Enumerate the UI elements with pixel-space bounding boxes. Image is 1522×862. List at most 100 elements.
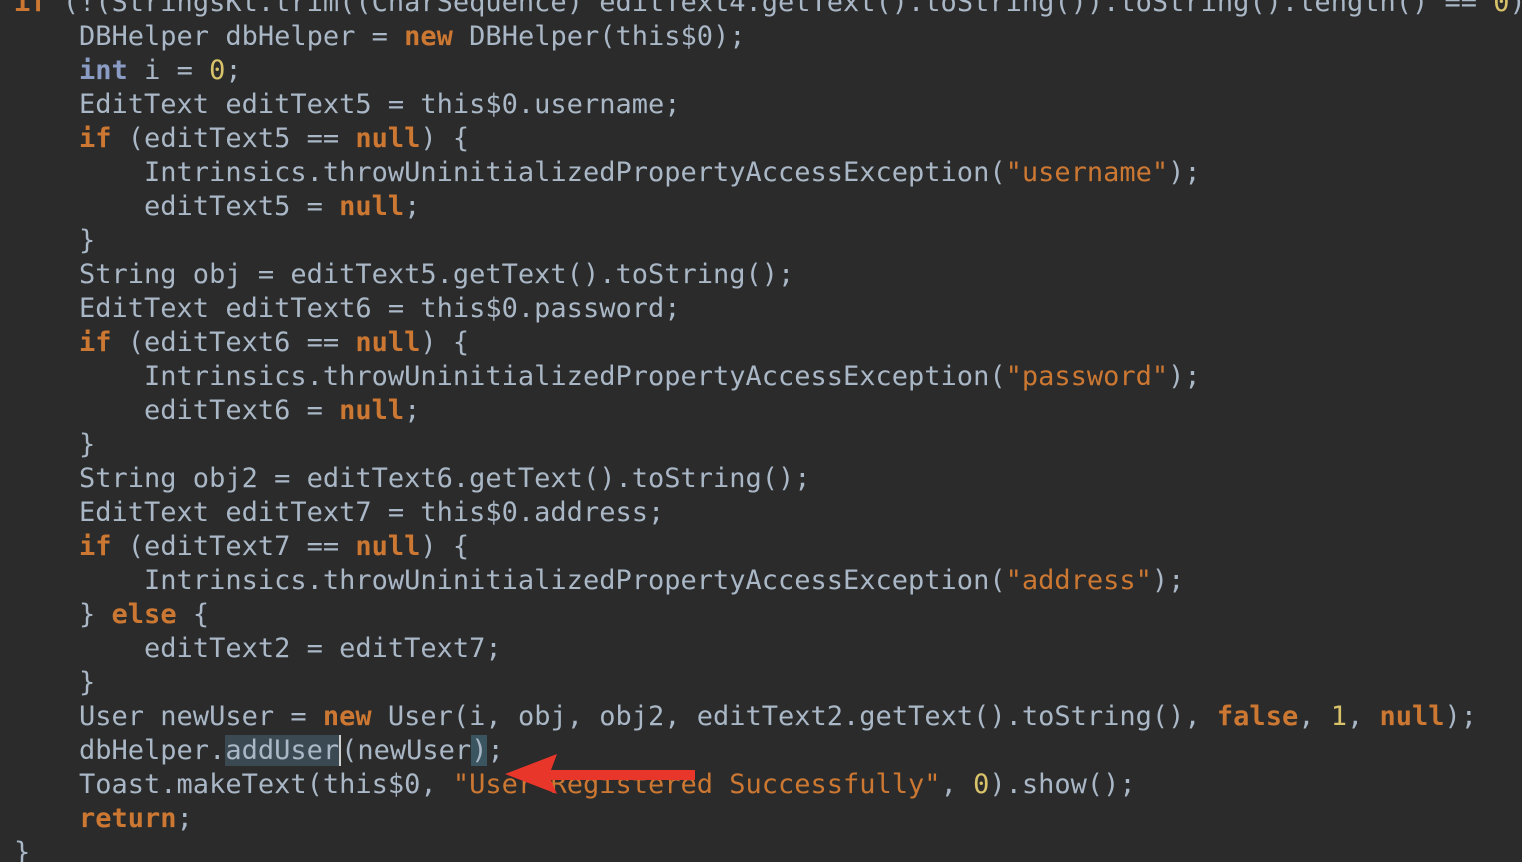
code-line[interactable]: int i = 0; [14, 54, 1522, 88]
code-line[interactable]: } else { [14, 598, 1522, 632]
code-token: (editText6 == [111, 327, 356, 358]
code-token: if [14, 0, 47, 18]
code-token: 0 [973, 769, 990, 800]
code-token: ) { [420, 123, 470, 154]
code-token: } [14, 225, 96, 256]
code-token: } [14, 599, 112, 630]
code-token: ).show(); [989, 769, 1136, 800]
code-token: EditText editText5 = this$0.username; [14, 89, 681, 120]
code-token: User newUser = [14, 701, 323, 732]
code-line[interactable]: editText2 = editText7; [14, 632, 1522, 666]
code-token: ); [1168, 157, 1201, 188]
code-token: ( [339, 735, 358, 766]
code-line[interactable]: User newUser = new User(i, obj, obj2, ed… [14, 700, 1522, 734]
code-line[interactable]: Intrinsics.throwUninitializedPropertyAcc… [14, 360, 1522, 394]
code-token: "User Registered Successfully" [452, 769, 941, 800]
code-token: , [1346, 701, 1380, 732]
code-token: DBHelper dbHelper = [14, 21, 405, 52]
code-token: EditText editText6 = this$0.password; [14, 293, 681, 324]
code-token: Intrinsics.throwUninitializedPropertyAcc… [14, 361, 1006, 392]
code-token: i = [127, 55, 210, 86]
code-line[interactable]: editText6 = null; [14, 394, 1522, 428]
code-line[interactable]: Intrinsics.throwUninitializedPropertyAcc… [14, 156, 1522, 190]
code-token: DBHelper(this$0); [452, 21, 746, 52]
code-line[interactable]: } [14, 666, 1522, 700]
code-token: ; [487, 735, 504, 766]
code-token: } [14, 667, 96, 698]
code-token: ) [471, 735, 488, 766]
code-token: 0 [209, 55, 226, 86]
code-token: (editText5 == [111, 123, 356, 154]
code-line[interactable]: String obj2 = editText6.getText().toStri… [14, 462, 1522, 496]
code-line[interactable]: Intrinsics.throwUninitializedPropertyAcc… [14, 564, 1522, 598]
code-token: "username" [1005, 157, 1169, 188]
code-token: ); [1444, 701, 1478, 732]
code-token: null [339, 191, 405, 222]
code-token: if [79, 123, 112, 154]
code-line[interactable]: if (editText7 == null) { [14, 530, 1522, 564]
code-token: , [940, 769, 974, 800]
code-token: null [355, 531, 421, 562]
code-token: newUser [357, 735, 472, 766]
code-token: new [322, 701, 372, 732]
code-token: User(i, obj, obj2, editText2.getText().t… [371, 701, 1217, 732]
code-line[interactable]: dbHelper.addUser(newUser); [14, 734, 1522, 768]
code-token: 0 [1493, 0, 1510, 18]
code-token: } [14, 429, 96, 460]
code-line[interactable]: if (editText5 == null) { [14, 122, 1522, 156]
code-line[interactable]: } [14, 836, 1522, 862]
code-token: if [79, 327, 112, 358]
code-token: ) { [420, 531, 470, 562]
code-token: ; [176, 803, 193, 834]
code-line[interactable]: EditText editText7 = this$0.address; [14, 496, 1522, 530]
code-token: } [14, 837, 31, 862]
code-token: null [339, 395, 405, 426]
code-line[interactable]: Toast.makeText(this$0, "User Registered … [14, 768, 1522, 802]
code-token: null [355, 327, 421, 358]
code-editor[interactable]: if (!(StringsKt.trim((CharSequence) edit… [14, 0, 1522, 862]
code-line[interactable]: } [14, 224, 1522, 258]
code-token: if [79, 531, 112, 562]
code-token: )) [1510, 0, 1522, 18]
code-token: String obj2 = editText6.getText().toStri… [14, 463, 811, 494]
code-line[interactable]: editText5 = null; [14, 190, 1522, 224]
code-token: int [79, 55, 128, 86]
code-token: else [111, 599, 177, 630]
code-token: addUser [225, 735, 340, 766]
code-token: return [79, 803, 177, 834]
code-token: ) { [420, 327, 470, 358]
code-line[interactable]: } [14, 428, 1522, 462]
code-token: "password" [1005, 361, 1169, 392]
code-token: , [1298, 701, 1331, 732]
code-token: EditText editText7 = this$0.address; [14, 497, 665, 528]
code-token: editText6 = [14, 395, 340, 426]
code-token: ); [1168, 361, 1201, 392]
code-token: ); [1151, 565, 1185, 596]
code-token: ; [404, 191, 421, 222]
code-token: new [404, 21, 453, 52]
code-token: editText2 = editText7; [14, 633, 502, 664]
code-token: 1 [1330, 701, 1347, 732]
code-token: (!(StringsKt.trim((CharSequence) editTex… [46, 0, 1494, 18]
code-token: dbHelper. [14, 735, 226, 766]
code-line[interactable]: if (editText6 == null) { [14, 326, 1522, 360]
code-token: null [355, 123, 421, 154]
code-line[interactable]: return; [14, 802, 1522, 836]
code-line[interactable]: EditText editText6 = this$0.password; [14, 292, 1522, 326]
code-token: false [1216, 701, 1299, 732]
code-token: { [176, 599, 210, 630]
code-token: editText5 = [14, 191, 340, 222]
code-line[interactable]: DBHelper dbHelper = new DBHelper(this$0)… [14, 20, 1522, 54]
code-token: Intrinsics.throwUninitializedPropertyAcc… [14, 565, 1006, 596]
code-token: "address" [1005, 565, 1152, 596]
code-token: null [1379, 701, 1445, 732]
code-token: ; [404, 395, 421, 426]
code-line[interactable]: String obj = editText5.getText().toStrin… [14, 258, 1522, 292]
code-token: String obj = editText5.getText().toStrin… [14, 259, 795, 290]
code-line[interactable]: if (!(StringsKt.trim((CharSequence) edit… [14, 0, 1522, 20]
code-line[interactable]: EditText editText5 = this$0.username; [14, 88, 1522, 122]
